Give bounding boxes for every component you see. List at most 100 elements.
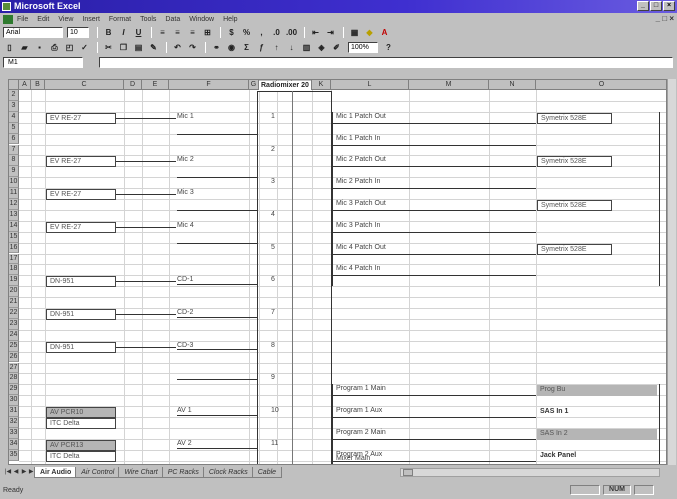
source-cell[interactable]: DN-951 (46, 276, 116, 288)
mixer-channel-number[interactable]: 5 (271, 243, 275, 253)
column-header-a[interactable]: A (19, 80, 31, 90)
row-header-29[interactable]: 29 (9, 384, 19, 396)
worksheet-grid[interactable]: ABCDEFGHIJKLMNO2345678910111213141516171… (8, 79, 667, 465)
bold-button[interactable]: B (102, 27, 115, 39)
row-header-4[interactable]: 4 (9, 111, 19, 123)
tab-air-audio[interactable]: Air Audio (34, 466, 78, 478)
font-size-select[interactable]: 10 (67, 27, 89, 38)
patch-label[interactable]: Program 2 Main (336, 428, 386, 438)
column-header-m[interactable]: M (409, 80, 489, 90)
scroll-thumb[interactable] (403, 469, 413, 476)
destination-cell[interactable]: SAS In 2 (537, 428, 657, 440)
menu-view[interactable]: View (58, 16, 73, 23)
row-header-32[interactable]: 32 (9, 417, 19, 428)
row-header-14[interactable]: 14 (9, 220, 19, 232)
patch-label[interactable]: Mic 1 Patch In (336, 134, 380, 144)
row-header-31[interactable]: 31 (9, 406, 19, 417)
menu-tools[interactable]: Tools (140, 16, 156, 23)
row-header-34[interactable]: 34 (9, 438, 19, 450)
currency-icon[interactable]: $ (225, 27, 238, 39)
destination-cell[interactable]: Symetrix 528E (537, 112, 612, 124)
channel-label[interactable]: Mic 1 (177, 112, 194, 122)
cut-icon[interactable]: ✂ (102, 42, 115, 54)
percent-icon[interactable]: % (240, 27, 253, 39)
row-header-27[interactable]: 27 (9, 362, 19, 374)
row-header-20[interactable]: 20 (9, 286, 19, 298)
mixer-channel-number[interactable]: 2 (271, 145, 275, 155)
select-all-corner[interactable] (9, 80, 19, 90)
first-sheet-icon[interactable]: |◀ (4, 468, 12, 477)
maximize-button[interactable]: □ (650, 1, 662, 11)
autosum-icon[interactable]: Σ (240, 42, 253, 54)
menu-format[interactable]: Format (109, 16, 131, 23)
row-header-10[interactable]: 10 (9, 177, 19, 189)
row-header-11[interactable]: 11 (9, 188, 19, 199)
spelling-icon[interactable]: ✓ (78, 42, 91, 54)
column-header-d[interactable]: D (124, 80, 142, 90)
workbook-icon[interactable] (3, 14, 13, 24)
row-header-15[interactable]: 15 (9, 231, 19, 243)
prev-sheet-icon[interactable]: ◀ (12, 468, 20, 477)
patch-label[interactable]: Mic 2 Patch In (336, 177, 380, 187)
source-cell[interactable]: EV RE-27 (46, 221, 116, 233)
av-source-cell[interactable]: AV PCR13 (46, 439, 116, 451)
menu-data[interactable]: Data (165, 16, 180, 23)
patch-label[interactable]: Mic 1 Patch Out (336, 112, 386, 122)
formula-input[interactable] (99, 57, 673, 68)
row-header-8[interactable]: 8 (9, 155, 19, 167)
decrease-decimal-icon[interactable]: .00 (285, 27, 298, 39)
patch-label[interactable]: Program 1 Aux (336, 406, 382, 416)
destination-cell[interactable]: SAS In 1 (537, 407, 657, 418)
column-header-e[interactable]: E (142, 80, 169, 90)
merge-center-icon[interactable]: ⊞ (201, 27, 214, 39)
chart-wizard-icon[interactable]: ▥ (300, 42, 313, 54)
redo-icon[interactable]: ↷ (186, 42, 199, 54)
menu-help[interactable]: Help (223, 16, 237, 23)
row-header-28[interactable]: 28 (9, 373, 19, 385)
patch-label[interactable]: Mic 4 Patch In (336, 264, 380, 274)
row-header-12[interactable]: 12 (9, 199, 19, 210)
row-header-18[interactable]: 18 (9, 264, 19, 276)
print-preview-icon[interactable]: ◰ (63, 42, 76, 54)
row-header-23[interactable]: 23 (9, 318, 19, 330)
column-header-b[interactable]: B (31, 80, 45, 90)
row-header-19[interactable]: 19 (9, 275, 19, 287)
menu-insert[interactable]: Insert (82, 16, 100, 23)
column-header-l[interactable]: L (331, 80, 409, 90)
comma-icon[interactable]: , (255, 27, 268, 39)
zoom-select[interactable]: 100% (348, 42, 378, 53)
save-icon[interactable]: ▪ (33, 42, 46, 54)
font-color-icon[interactable]: A (378, 27, 391, 39)
increase-decimal-icon[interactable]: .0 (270, 27, 283, 39)
patch-label[interactable]: Mixer Main (336, 454, 370, 464)
row-header-16[interactable]: 16 (9, 242, 19, 254)
row-header-26[interactable]: 26 (9, 351, 19, 363)
source-cell[interactable]: EV RE-27 (46, 112, 116, 124)
align-center-icon[interactable]: ≡ (171, 27, 184, 39)
underline-button[interactable]: U (132, 27, 145, 39)
row-header-13[interactable]: 13 (9, 209, 19, 221)
menu-edit[interactable]: Edit (37, 16, 49, 23)
name-box[interactable]: M1 (3, 57, 83, 68)
destination-cell[interactable]: Jack Panel (537, 451, 657, 462)
row-header-22[interactable]: 22 (9, 308, 19, 319)
row-header-7[interactable]: 7 (9, 144, 19, 156)
minimize-button[interactable]: _ (637, 1, 649, 11)
decrease-indent-icon[interactable]: ⇤ (309, 27, 322, 39)
row-header-21[interactable]: 21 (9, 297, 19, 308)
horizontal-scrollbar[interactable] (400, 468, 660, 477)
channel-label[interactable]: Mic 2 (177, 155, 194, 165)
mixer-channel-number[interactable]: 8 (271, 341, 275, 351)
tab-pc-racks[interactable]: PC Racks (161, 466, 205, 478)
column-header-c[interactable]: C (45, 80, 124, 90)
row-header-6[interactable]: 6 (9, 133, 19, 145)
patch-label[interactable]: Program 1 Main (336, 384, 386, 394)
column-header-g[interactable]: G (249, 80, 259, 90)
increase-indent-icon[interactable]: ⇥ (324, 27, 337, 39)
tab-clock-racks[interactable]: Clock Racks (202, 466, 254, 478)
web-toolbar-icon[interactable]: ◉ (225, 42, 238, 54)
row-header-33[interactable]: 33 (9, 427, 19, 439)
mixer-channel-number[interactable]: 9 (271, 373, 275, 383)
column-header-k[interactable]: K (312, 80, 331, 90)
destination-cell[interactable]: Prog Bu (537, 385, 657, 397)
